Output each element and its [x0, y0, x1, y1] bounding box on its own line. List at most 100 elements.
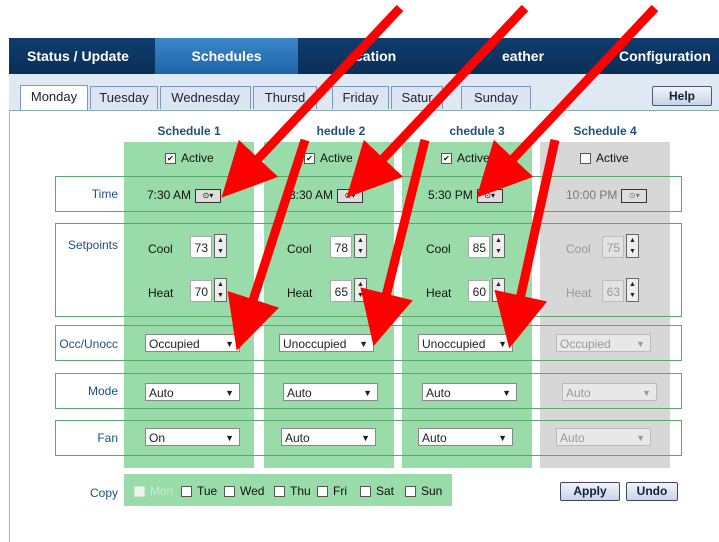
- schedule-2-time[interactable]: 8:30 AM ⊙▾: [289, 188, 364, 203]
- active-label: Active: [457, 151, 490, 165]
- schedule-3-occ-select[interactable]: Unoccupied ▼: [418, 334, 513, 352]
- active-label: Active: [596, 151, 629, 165]
- schedule-4-cool-input[interactable]: 75: [602, 236, 624, 258]
- schedule-2-mode-select[interactable]: Auto ▼: [283, 383, 378, 401]
- select-value: Auto: [149, 386, 174, 400]
- schedule-1-cool-input[interactable]: 73: [190, 236, 212, 258]
- select-value: Occupied: [560, 337, 611, 351]
- cool-spinner-icon[interactable]: ▲ ▼: [214, 234, 227, 258]
- schedule-3-fan-select[interactable]: Auto ▼: [418, 428, 513, 446]
- cool-label: Cool: [287, 242, 312, 256]
- schedule-2-fan-select[interactable]: Auto ▼: [281, 428, 376, 446]
- schedule-2-occ-select[interactable]: Unoccupied ▼: [279, 334, 374, 352]
- schedule-4-heat-input[interactable]: 63: [602, 280, 624, 302]
- tab-wednesday[interactable]: Wednesday: [160, 86, 251, 109]
- checkbox-icon[interactable]: [317, 486, 328, 498]
- schedule-3-active[interactable]: ✔ Active: [441, 151, 490, 165]
- tab-thursday[interactable]: Thursd: [253, 86, 317, 109]
- copy-thu[interactable]: Thu: [274, 484, 311, 498]
- schedule-3-heat-input[interactable]: 60: [468, 280, 490, 302]
- copy-wed[interactable]: Wed: [224, 484, 264, 498]
- chevron-down-icon: ▼: [636, 433, 645, 443]
- schedule-3-mode-select[interactable]: Auto ▼: [422, 383, 517, 401]
- schedule-1-mode-select[interactable]: Auto ▼: [145, 383, 240, 401]
- schedule-1-occ-select[interactable]: Occupied ▼: [145, 334, 240, 352]
- schedule-4-active[interactable]: Active: [580, 151, 629, 165]
- select-value: Unoccupied: [422, 337, 486, 351]
- cool-label: Cool: [426, 242, 451, 256]
- time-value: 10:00 PM: [566, 188, 618, 202]
- heat-spinner-icon[interactable]: ▲ ▼: [214, 278, 227, 302]
- clock-icon[interactable]: ⊙▾: [476, 188, 503, 203]
- select-value: On: [149, 431, 166, 445]
- copy-day-label: Wed: [240, 484, 265, 498]
- cool-spinner-icon[interactable]: ▲ ▼: [626, 234, 639, 258]
- select-value: Unoccupied: [283, 337, 347, 351]
- apply-button[interactable]: Apply: [560, 482, 620, 501]
- copy-sun[interactable]: Sun: [405, 484, 442, 498]
- active-label: Active: [320, 151, 353, 165]
- schedule-3-time[interactable]: 5:30 PM ⊙▾: [428, 188, 503, 203]
- heat-spinner-icon[interactable]: ▲ ▼: [492, 278, 505, 302]
- chevron-down-icon: ▼: [642, 388, 651, 398]
- checkbox-icon[interactable]: [360, 486, 371, 498]
- undo-button[interactable]: Undo: [626, 482, 678, 501]
- schedule-2-heat-input[interactable]: 65: [330, 280, 352, 302]
- checkbox-icon[interactable]: ✔: [304, 153, 315, 165]
- occ-label: Occ/Unocc: [59, 337, 118, 351]
- copy-day-label: Thu: [290, 484, 311, 498]
- schedule-1-title: Schedule 1: [157, 124, 221, 138]
- schedule-2-cool-input[interactable]: 78: [330, 236, 352, 258]
- schedule-3-cool-input[interactable]: 85: [468, 236, 490, 258]
- nav-vacation[interactable]: cation: [355, 38, 396, 74]
- tab-tuesday[interactable]: Tuesday: [90, 86, 158, 109]
- tab-saturday[interactable]: Satur: [391, 86, 443, 109]
- copy-fri[interactable]: Fri: [317, 484, 347, 498]
- checkbox-icon[interactable]: [134, 486, 145, 498]
- tab-monday[interactable]: Monday: [20, 85, 88, 110]
- copy-label: Copy: [89, 486, 118, 500]
- schedule-4-occ-select[interactable]: Occupied ▼: [556, 334, 651, 352]
- copy-tue[interactable]: Tue: [181, 484, 217, 498]
- heat-spinner-icon[interactable]: ▲ ▼: [626, 278, 639, 302]
- checkbox-icon[interactable]: [580, 153, 591, 165]
- heat-label: Heat: [566, 286, 592, 300]
- nav-configuration[interactable]: Configuration: [619, 38, 711, 74]
- tab-sunday[interactable]: Sunday: [461, 86, 531, 109]
- schedule-1-heat-input[interactable]: 70: [190, 280, 212, 302]
- schedule-1-time[interactable]: 7:30 AM ⊙▾: [147, 188, 222, 203]
- nav-schedules[interactable]: Schedules: [155, 38, 298, 74]
- nav-weather[interactable]: eather: [502, 38, 544, 74]
- chevron-down-icon: ▼: [498, 433, 507, 443]
- schedule-4-mode-select[interactable]: Auto ▼: [562, 383, 657, 401]
- heat-spinner-icon[interactable]: ▲ ▼: [354, 278, 367, 302]
- tab-friday[interactable]: Friday: [332, 86, 389, 109]
- checkbox-icon[interactable]: [181, 486, 192, 498]
- copy-mon[interactable]: Mon: [134, 484, 173, 498]
- heat-label: Heat: [426, 286, 452, 300]
- chevron-down-icon: ▼: [225, 339, 234, 349]
- nav-status-update[interactable]: Status / Update: [27, 38, 129, 74]
- time-value: 8:30 AM: [289, 188, 334, 202]
- schedule-4-fan-select[interactable]: Auto ▼: [556, 428, 651, 446]
- schedule-4-time[interactable]: 10:00 PM ⊙▾: [566, 188, 648, 203]
- schedule-4-title: Schedule 4: [573, 124, 637, 138]
- clock-icon[interactable]: ⊙▾: [337, 188, 364, 203]
- cool-spinner-icon[interactable]: ▲ ▼: [354, 234, 367, 258]
- checkbox-icon[interactable]: ✔: [441, 153, 452, 165]
- checkbox-icon[interactable]: [274, 486, 285, 498]
- cool-spinner-icon[interactable]: ▲ ▼: [492, 234, 505, 258]
- checkbox-icon[interactable]: ✔: [165, 153, 176, 165]
- setpoints-row: [55, 223, 682, 317]
- checkbox-icon[interactable]: [224, 486, 235, 498]
- schedule-2-active[interactable]: ✔ Active: [304, 151, 353, 165]
- clock-icon[interactable]: ⊙▾: [195, 188, 222, 203]
- select-value: Occupied: [149, 337, 200, 351]
- schedule-1-active[interactable]: ✔ Active: [165, 151, 214, 165]
- schedule-1-fan-select[interactable]: On ▼: [145, 428, 240, 446]
- copy-sat[interactable]: Sat: [360, 484, 394, 498]
- help-button[interactable]: Help: [652, 86, 712, 106]
- checkbox-icon[interactable]: [405, 486, 416, 498]
- chevron-down-icon: ▼: [498, 339, 507, 349]
- clock-icon[interactable]: ⊙▾: [621, 188, 648, 203]
